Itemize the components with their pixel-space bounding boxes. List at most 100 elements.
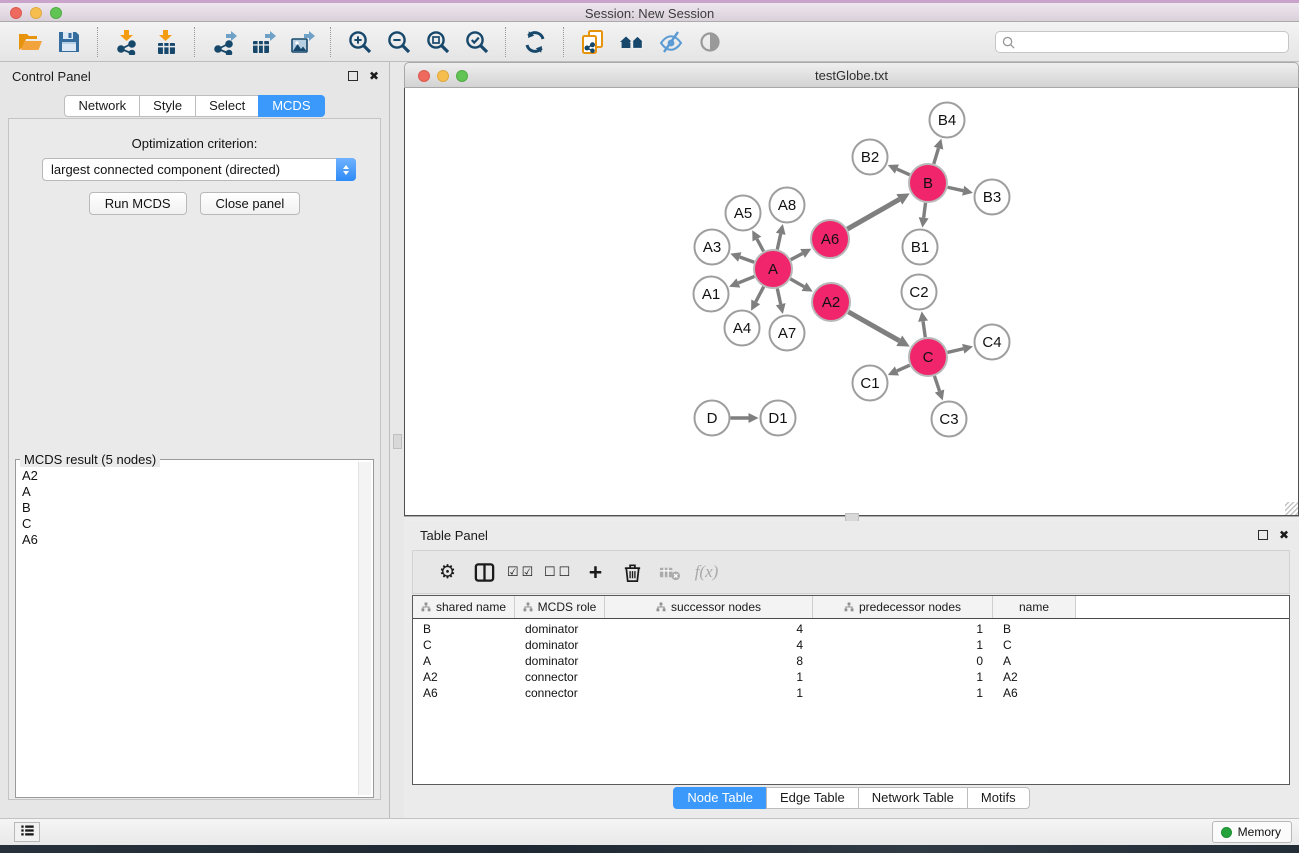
tab-mcds[interactable]: MCDS: [258, 95, 324, 117]
toggle-column-view-button[interactable]: [466, 556, 503, 588]
table-row[interactable]: Cdominator41C: [413, 637, 1289, 653]
column-header-name[interactable]: name: [993, 596, 1076, 618]
zoom-selected-button[interactable]: [457, 26, 496, 58]
import-network-button[interactable]: [107, 26, 146, 58]
float-panel-icon[interactable]: [348, 71, 358, 81]
tab-style[interactable]: Style: [139, 95, 196, 117]
column-header-predecessor-nodes[interactable]: predecessor nodes: [813, 596, 993, 618]
memory-button[interactable]: Memory: [1212, 821, 1292, 843]
graph-edge-A-A5: [752, 230, 763, 251]
table-settings-button[interactable]: ⚙: [429, 556, 466, 588]
tab-node-table[interactable]: Node Table: [673, 787, 767, 809]
run-mcds-button[interactable]: Run MCDS: [89, 192, 187, 215]
graph-edge-C-C1: [888, 365, 910, 375]
graph-node-D1[interactable]: D1: [761, 401, 796, 436]
resize-grip-icon[interactable]: [1285, 502, 1298, 515]
control-panel-tabs: NetworkStyleSelectMCDS: [0, 95, 389, 117]
graph-node-C[interactable]: C: [909, 338, 947, 376]
deselect-all-rows-button[interactable]: ☐☐: [540, 556, 577, 588]
select-all-rows-icon: ☑☑: [507, 566, 536, 579]
close-panel-button[interactable]: Close panel: [200, 192, 301, 215]
table-row[interactable]: Bdominator41B: [413, 621, 1289, 637]
search-input[interactable]: [1018, 33, 1284, 51]
zoom-in-button[interactable]: [340, 26, 379, 58]
create-column-button[interactable]: +: [577, 556, 614, 588]
new-network-from-selection-button[interactable]: [573, 26, 612, 58]
table-panel: Table Panel ✖ ⚙☑☑☐☐+f(x) shared nameMCDS…: [404, 521, 1299, 818]
graph-node-B3[interactable]: B3: [975, 180, 1010, 215]
table-cell: 1: [813, 638, 993, 652]
task-history-button[interactable]: [14, 822, 40, 842]
tab-select[interactable]: Select: [195, 95, 259, 117]
result-item[interactable]: C: [22, 516, 358, 532]
table-row[interactable]: Adominator80A: [413, 653, 1289, 669]
delete-columns-button[interactable]: [614, 556, 651, 588]
svg-text:A8: A8: [778, 197, 796, 214]
graph-node-B[interactable]: B: [909, 164, 947, 202]
column-header-shared-name[interactable]: shared name: [413, 596, 515, 618]
result-item[interactable]: A2: [22, 468, 358, 484]
function-builder-button[interactable]: f(x): [688, 556, 725, 588]
zoom-out-button[interactable]: [379, 26, 418, 58]
delete-table-button[interactable]: [651, 556, 688, 588]
network-window-titlebar[interactable]: testGlobe.txt: [404, 62, 1299, 88]
graph-node-A8[interactable]: A8: [770, 188, 805, 223]
export-network-button[interactable]: [204, 26, 243, 58]
show-graphics-details-button[interactable]: [690, 26, 729, 58]
zoom-fit-button[interactable]: [418, 26, 457, 58]
graph-node-D[interactable]: D: [695, 401, 730, 436]
table-row[interactable]: A6connector11A6: [413, 685, 1289, 701]
tab-network[interactable]: Network: [64, 95, 140, 117]
result-item[interactable]: A: [22, 484, 358, 500]
column-header-MCDS-role[interactable]: MCDS role: [515, 596, 605, 618]
apply-preferred-layout-button[interactable]: [515, 26, 554, 58]
table-cell: A6: [993, 686, 1076, 700]
network-close-button[interactable]: [418, 70, 430, 82]
graph-node-C2[interactable]: C2: [902, 275, 937, 310]
graph-node-C1[interactable]: C1: [853, 366, 888, 401]
graph-node-A5[interactable]: A5: [726, 196, 761, 231]
graph-node-A6[interactable]: A6: [811, 220, 849, 258]
table-panel-header-icons: ✖: [1258, 529, 1289, 541]
save-session-button[interactable]: [49, 26, 88, 58]
network-minimize-button[interactable]: [437, 70, 449, 82]
hide-graphics-details-button[interactable]: [651, 26, 690, 58]
graph-edge-C-C3: [934, 376, 944, 401]
graph-node-A3[interactable]: A3: [695, 230, 730, 265]
node-table: shared nameMCDS rolesuccessor nodesprede…: [412, 595, 1290, 785]
import-table-button[interactable]: [146, 26, 185, 58]
vertical-splitter[interactable]: [390, 62, 404, 818]
graph-node-B4[interactable]: B4: [930, 103, 965, 138]
graph-node-A4[interactable]: A4: [725, 311, 760, 346]
graph-node-A2[interactable]: A2: [812, 283, 850, 321]
graph-node-B2[interactable]: B2: [853, 140, 888, 175]
network-maximize-button[interactable]: [456, 70, 468, 82]
mcds-result-scrollbar[interactable]: [358, 462, 371, 795]
select-all-rows-button[interactable]: ☑☑: [503, 556, 540, 588]
float-table-panel-icon[interactable]: [1258, 530, 1268, 540]
network-canvas[interactable]: A A6 A2 B C A5 A8 A3 A1A4 A7 B2 B4 B3 B1 C2 C4 C1 C3 D D1: [404, 88, 1299, 516]
table-cell: dominator: [515, 638, 605, 652]
graph-node-A7[interactable]: A7: [770, 316, 805, 351]
tab-motifs[interactable]: Motifs: [967, 787, 1030, 809]
open-file-button[interactable]: [10, 26, 49, 58]
search-box[interactable]: [995, 31, 1289, 53]
graph-node-A1[interactable]: A1: [694, 277, 729, 312]
first-neighbors-button[interactable]: [612, 26, 651, 58]
graph-node-C4[interactable]: C4: [975, 325, 1010, 360]
vertical-splitter-handle[interactable]: [393, 434, 402, 449]
export-image-button[interactable]: [282, 26, 321, 58]
table-row[interactable]: A2connector11A2: [413, 669, 1289, 685]
close-panel-icon[interactable]: ✖: [369, 70, 379, 82]
close-table-panel-icon[interactable]: ✖: [1279, 529, 1289, 541]
export-table-button[interactable]: [243, 26, 282, 58]
graph-node-B1[interactable]: B1: [903, 230, 938, 265]
tab-edge-table[interactable]: Edge Table: [766, 787, 859, 809]
result-item[interactable]: B: [22, 500, 358, 516]
column-header-successor-nodes[interactable]: successor nodes: [605, 596, 813, 618]
result-item[interactable]: A6: [22, 532, 358, 548]
tab-network-table[interactable]: Network Table: [858, 787, 968, 809]
graph-node-C3[interactable]: C3: [932, 402, 967, 437]
graph-node-A[interactable]: A: [754, 250, 792, 288]
optimization-criterion-select[interactable]: largest connected component (directed): [42, 158, 356, 181]
